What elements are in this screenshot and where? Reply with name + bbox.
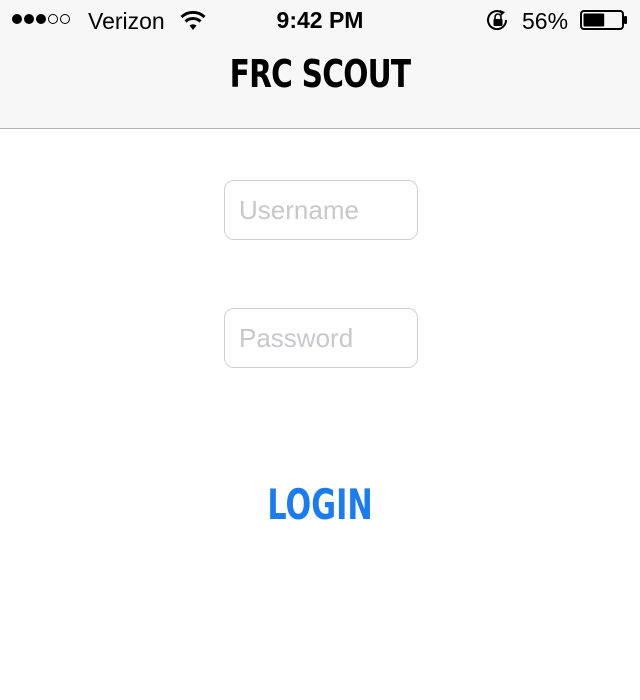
- page-title: FRC SCOUT: [229, 52, 411, 96]
- login-button[interactable]: LOGIN: [248, 476, 392, 532]
- battery-percentage: 56%: [522, 8, 569, 34]
- status-bar: Verizon 9:42 PM 56%: [0, 0, 640, 40]
- rotation-lock-icon: [487, 10, 508, 31]
- battery-icon: [580, 10, 627, 30]
- navigation-bar: Verizon 9:42 PM 56% FRC SCOUT: [0, 0, 640, 129]
- battery-fill: [583, 13, 605, 27]
- login-screen: Verizon 9:42 PM 56% FRC SCOUT Username L…: [0, 0, 640, 700]
- username-input[interactable]: [224, 180, 418, 240]
- password-input[interactable]: [224, 308, 418, 368]
